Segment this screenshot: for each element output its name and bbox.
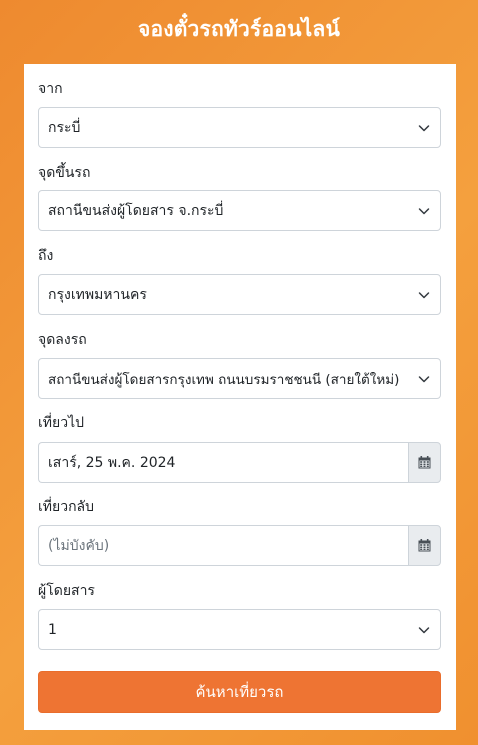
from-select-value: กระบี่ (48, 119, 81, 136)
from-label: จาก (38, 81, 63, 97)
dropoff-select[interactable]: สถานีขนส่งผู้โดยสารกรุงเทพ ถนนบรมราชชนนี… (38, 358, 441, 399)
passengers-select[interactable]: 1 (38, 609, 441, 650)
search-trips-button[interactable]: ค้นหาเที่ยวรถ (38, 671, 441, 713)
to-label: ถึง (38, 248, 54, 264)
dropoff-label: จุดลงรถ (38, 332, 87, 348)
return-date-input[interactable]: (ไม่บังคับ) (38, 525, 408, 566)
depart-calendar-button[interactable] (408, 442, 441, 483)
chevron-down-icon (418, 292, 430, 299)
calendar-icon (418, 456, 431, 469)
chevron-down-icon (418, 376, 430, 383)
depart-label: เที่ยวไป (38, 415, 85, 431)
chevron-down-icon (418, 627, 430, 634)
dropoff-select-value: สถานีขนส่งผู้โดยสารกรุงเทพ ถนนบรมราชชนนี… (48, 371, 400, 388)
to-select[interactable]: กรุงเทพมหานคร (38, 274, 441, 315)
calendar-icon (418, 539, 431, 552)
depart-date-field: เสาร์, 25 พ.ค. 2024 (38, 442, 441, 483)
chevron-down-icon (418, 125, 430, 132)
passengers-select-value: 1 (48, 621, 57, 638)
chevron-down-icon (418, 208, 430, 215)
pickup-select[interactable]: สถานีขนส่งผู้โดยสาร จ.กระบี่ (38, 190, 441, 231)
from-select[interactable]: กระบี่ (38, 107, 441, 148)
pickup-label: จุดขึ้นรถ (38, 165, 91, 181)
passengers-label: ผู้โดยสาร (38, 583, 95, 599)
return-calendar-button[interactable] (408, 525, 441, 566)
to-select-value: กรุงเทพมหานคร (48, 286, 147, 303)
return-date-field: (ไม่บังคับ) (38, 525, 441, 566)
pickup-select-value: สถานีขนส่งผู้โดยสาร จ.กระบี่ (48, 202, 224, 219)
booking-form: จาก กระบี่ จุดขึ้นรถ สถานีขนส่งผู้โดยสาร… (24, 64, 456, 730)
page-title: จองตั๋วรถทัวร์ออนไลน์ (137, 16, 341, 41)
return-label: เที่ยวกลับ (38, 499, 95, 515)
depart-date-input[interactable]: เสาร์, 25 พ.ค. 2024 (38, 442, 408, 483)
